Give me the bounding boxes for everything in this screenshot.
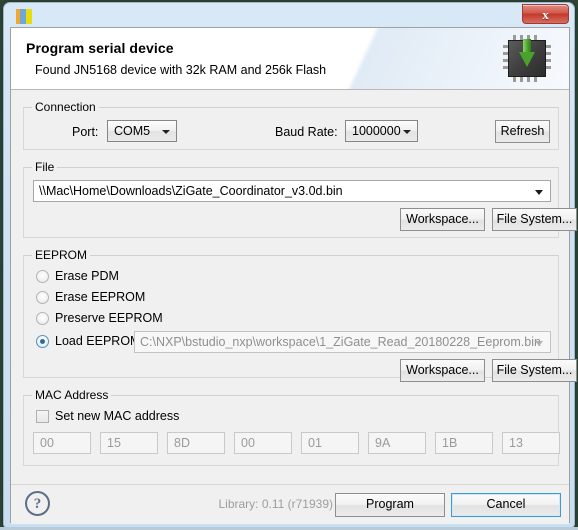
file-path-value: \\Mac\Home\Downloads\ZiGate_Coordinator_…: [39, 184, 343, 198]
radio-indicator: [36, 270, 49, 283]
radio-erase-eeprom-label: Erase EEPROM: [55, 290, 146, 304]
file-legend: File: [35, 160, 55, 174]
mac-octet-1[interactable]: 00: [33, 432, 91, 454]
connection-legend: Connection: [35, 100, 96, 114]
chevron-down-icon: [535, 190, 543, 195]
mac-octet-7[interactable]: 1B: [435, 432, 493, 454]
dialog-footer: ? Library: 0.11 (r71939) Program Cancel: [11, 484, 569, 524]
eeprom-filesystem-button[interactable]: File System...: [492, 359, 577, 382]
library-version-label: Library: 0.11 (r71939): [218, 497, 333, 511]
file-filesystem-button[interactable]: File System...: [492, 208, 577, 231]
app-bars-icon: [16, 9, 32, 24]
page-title: Program serial device: [26, 40, 174, 56]
baud-rate-select[interactable]: 1000000: [345, 120, 418, 142]
chip-download-arrow-icon: [503, 35, 551, 82]
radio-indicator: [36, 291, 49, 304]
baud-rate-label: Baud Rate:: [275, 125, 338, 139]
mac-octet-4[interactable]: 00: [234, 432, 292, 454]
title-bar: x: [4, 3, 574, 27]
port-select[interactable]: COM5: [107, 120, 177, 142]
dialog-header: Program serial device Found JN5168 devic…: [11, 28, 569, 90]
file-group: File \\Mac\Home\Downloads\ZiGate_Coordin…: [23, 160, 577, 238]
dialog-body: Connection Port: COM5 Baud Rate: 1000000…: [11, 90, 577, 484]
chevron-down-icon: [403, 130, 411, 134]
radio-load-eeprom-label: Load EEPROM:: [55, 334, 144, 348]
close-icon[interactable]: x: [522, 4, 569, 24]
help-icon[interactable]: ?: [25, 491, 50, 516]
mac-address-group: MAC Address Set new MAC address 00 15 8D…: [23, 388, 560, 466]
eeprom-path-input[interactable]: C:\NXP\bstudio_nxp\workspace\1_ZiGate_Re…: [134, 331, 551, 353]
radio-preserve-eeprom-label: Preserve EEPROM: [55, 311, 163, 325]
file-path-input[interactable]: \\Mac\Home\Downloads\ZiGate_Coordinator_…: [33, 180, 551, 202]
checkbox-indicator: [36, 410, 49, 423]
eeprom-path-value: C:\NXP\bstudio_nxp\workspace\1_ZiGate_Re…: [140, 335, 541, 349]
chevron-down-icon: [162, 130, 170, 134]
eeprom-workspace-button[interactable]: Workspace...: [400, 359, 485, 382]
header-description: Found JN5168 device with 32k RAM and 256…: [35, 63, 327, 77]
set-new-mac-label: Set new MAC address: [55, 409, 180, 423]
connection-group: Connection Port: COM5 Baud Rate: 1000000…: [23, 100, 559, 150]
eeprom-legend: EEPROM: [35, 248, 88, 262]
baud-rate-select-value: 1000000: [352, 124, 401, 138]
cancel-button[interactable]: Cancel: [451, 493, 561, 517]
mac-octet-6[interactable]: 9A: [368, 432, 426, 454]
port-select-value: COM5: [114, 124, 151, 138]
refresh-button[interactable]: Refresh: [495, 120, 550, 143]
mac-octet-3[interactable]: 8D: [167, 432, 225, 454]
dialog-window: x Program serial device Found JN5168 dev…: [3, 2, 577, 528]
port-label: Port:: [72, 125, 99, 139]
program-button[interactable]: Program: [335, 493, 445, 517]
radio-indicator: [36, 312, 49, 325]
radio-erase-pdm-label: Erase PDM: [55, 269, 119, 283]
mac-octet-2[interactable]: 15: [100, 432, 158, 454]
mac-octet-5[interactable]: 01: [301, 432, 359, 454]
file-workspace-button[interactable]: Workspace...: [400, 208, 485, 231]
dialog-client-area: Program serial device Found JN5168 devic…: [10, 27, 577, 524]
eeprom-group: EEPROM Erase PDM Erase EEPROM Preserve E…: [23, 248, 577, 382]
radio-indicator-selected: [36, 335, 49, 348]
chevron-down-icon: [535, 341, 543, 346]
mac-octet-8[interactable]: 13: [502, 432, 560, 454]
mac-address-legend: MAC Address: [35, 388, 109, 402]
